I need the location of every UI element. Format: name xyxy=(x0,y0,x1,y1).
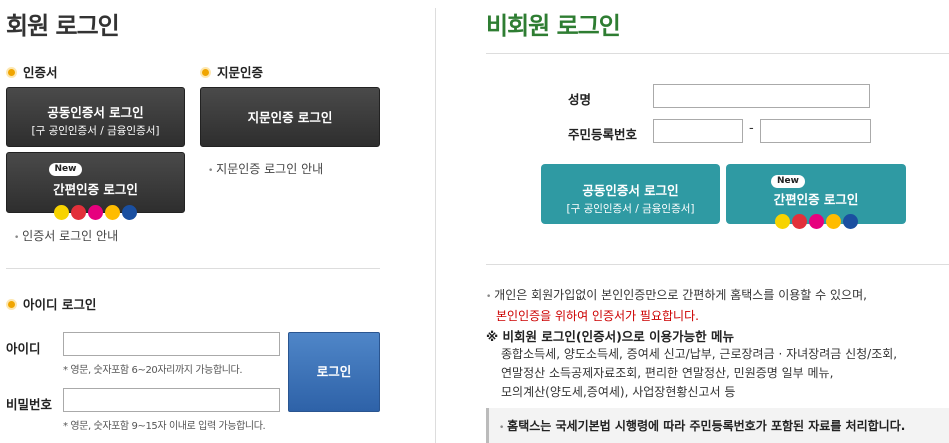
bullet-dot-icon xyxy=(200,67,211,78)
member-login-title: 회원 로그인 xyxy=(6,12,120,40)
rrn-dash: - xyxy=(749,121,754,136)
pw-label: 비밀번호 xyxy=(6,397,53,412)
rrn-back-input[interactable] xyxy=(760,119,871,143)
bullet-dot-icon xyxy=(6,299,17,310)
naver-icon xyxy=(842,214,858,229)
menu-line1: 종합소득세, 양도소득세, 증여세 신고/납부, 근로장려금 · 자녀장려금 신… xyxy=(501,347,898,361)
rrn-front-input[interactable] xyxy=(653,119,743,143)
pass-icon xyxy=(88,205,103,220)
notice-line1: 개인은 회원가입없이 본인인증만으로 간편하게 홈택스를 이용할 수 있으며, xyxy=(494,288,867,302)
id-input[interactable] xyxy=(63,332,280,356)
pw-hint: * 영문, 숫자포함 9~15자 이내로 입력 가능합니다. xyxy=(63,421,266,432)
new-badge: New xyxy=(48,163,83,176)
guest-joint-cert-sub: [구 공인인증서 / 금융인증서] xyxy=(566,203,695,215)
finger-login-button[interactable]: 지문인증 로그인 xyxy=(200,87,380,147)
simple-auth-icons xyxy=(7,202,184,221)
privacy-notice-text: 홈택스는 국세기본법 시행령에 따라 주민등록번호가 포함된 자료를 처리합니다… xyxy=(507,419,906,433)
notice-text: • 개인은 회원가입없이 본인인증만으로 간편하게 홈택스를 이용할 수 있으며… xyxy=(486,286,867,326)
new-badge: New xyxy=(771,175,805,188)
id-label: 아이디 xyxy=(6,341,41,356)
menu-line3: 모의계산(양도세,증여세), 사업장현황신고서 등 xyxy=(501,385,736,399)
id-login-header: 아이디 로그인 xyxy=(6,294,96,313)
cert-section-header: 인증서 xyxy=(6,62,58,81)
kakao-icon xyxy=(54,205,69,220)
bullet-dot-icon xyxy=(6,67,17,78)
pw-input[interactable] xyxy=(63,388,280,412)
joint-cert-login-label: 공동인증서 로그인 xyxy=(47,105,144,120)
divider xyxy=(486,53,949,54)
menu-list: 종합소득세, 양도소득세, 증여세 신고/납부, 근로장려금 · 자녀장려금 신… xyxy=(501,345,897,402)
notice-line2: 본인인증을 위하여 인증서가 필요합니다. xyxy=(496,309,699,323)
cert-section-label: 인증서 xyxy=(23,65,58,80)
divider xyxy=(6,268,380,269)
kb-icon xyxy=(105,205,120,220)
guest-simple-cert-login-button[interactable]: New 간편인증 로그인 xyxy=(726,164,906,229)
name-label: 성명 xyxy=(568,92,592,107)
joint-cert-login-sub: [구 공인인증서 / 금융인증서] xyxy=(31,125,160,137)
guest-login-title: 비회원 로그인 xyxy=(486,12,621,40)
payco-icon xyxy=(791,214,807,229)
login-button[interactable]: 로그인 xyxy=(288,332,380,412)
finger-login-label: 지문인증 로그인 xyxy=(247,110,333,125)
menu-line2: 연말정산 소득공제자료조회, 편리한 연말정산, 민원증명 일부 메뉴, xyxy=(501,366,834,380)
guest-joint-cert-login-button[interactable]: 공동인증서 로그인 [구 공인인증서 / 금융인증서] xyxy=(541,164,720,224)
joint-cert-login-button[interactable]: 공동인증서 로그인 [구 공인인증서 / 금융인증서] xyxy=(6,87,185,147)
finger-section-label: 지문인증 xyxy=(217,65,264,80)
guest-joint-cert-label: 공동인증서 로그인 xyxy=(582,183,679,198)
menu-title: ※ 비회원 로그인(인증서)으로 이용가능한 메뉴 xyxy=(486,329,734,344)
finger-section-header: 지문인증 xyxy=(200,62,263,81)
divider xyxy=(486,264,949,265)
simple-auth-icons xyxy=(726,211,906,230)
simple-cert-login-button[interactable]: New 간편인증 로그인 xyxy=(6,152,185,220)
id-login-label: 아이디 로그인 xyxy=(23,297,97,312)
guest-simple-cert-label: 간편인증 로그인 xyxy=(773,192,859,207)
finger-guide-link[interactable]: 지문인증 로그인 안내 xyxy=(208,160,323,177)
kb-icon xyxy=(825,214,841,229)
cert-guide-link[interactable]: 인증서 로그인 안내 xyxy=(14,227,118,244)
naver-icon xyxy=(122,205,137,220)
privacy-notice-box: • 홈택스는 국세기본법 시행령에 따라 주민등록번호가 포함된 자료를 처리합… xyxy=(486,408,949,443)
kakao-icon xyxy=(774,214,790,229)
simple-cert-login-label: 간편인증 로그인 xyxy=(53,182,138,197)
id-hint: * 영문, 숫자포함 6~20자리까지 가능합니다. xyxy=(63,365,243,376)
pass-icon xyxy=(808,214,824,229)
rrn-label: 주민등록번호 xyxy=(568,127,638,142)
payco-icon xyxy=(71,205,86,220)
name-input[interactable] xyxy=(653,84,870,108)
vertical-divider xyxy=(435,8,436,443)
